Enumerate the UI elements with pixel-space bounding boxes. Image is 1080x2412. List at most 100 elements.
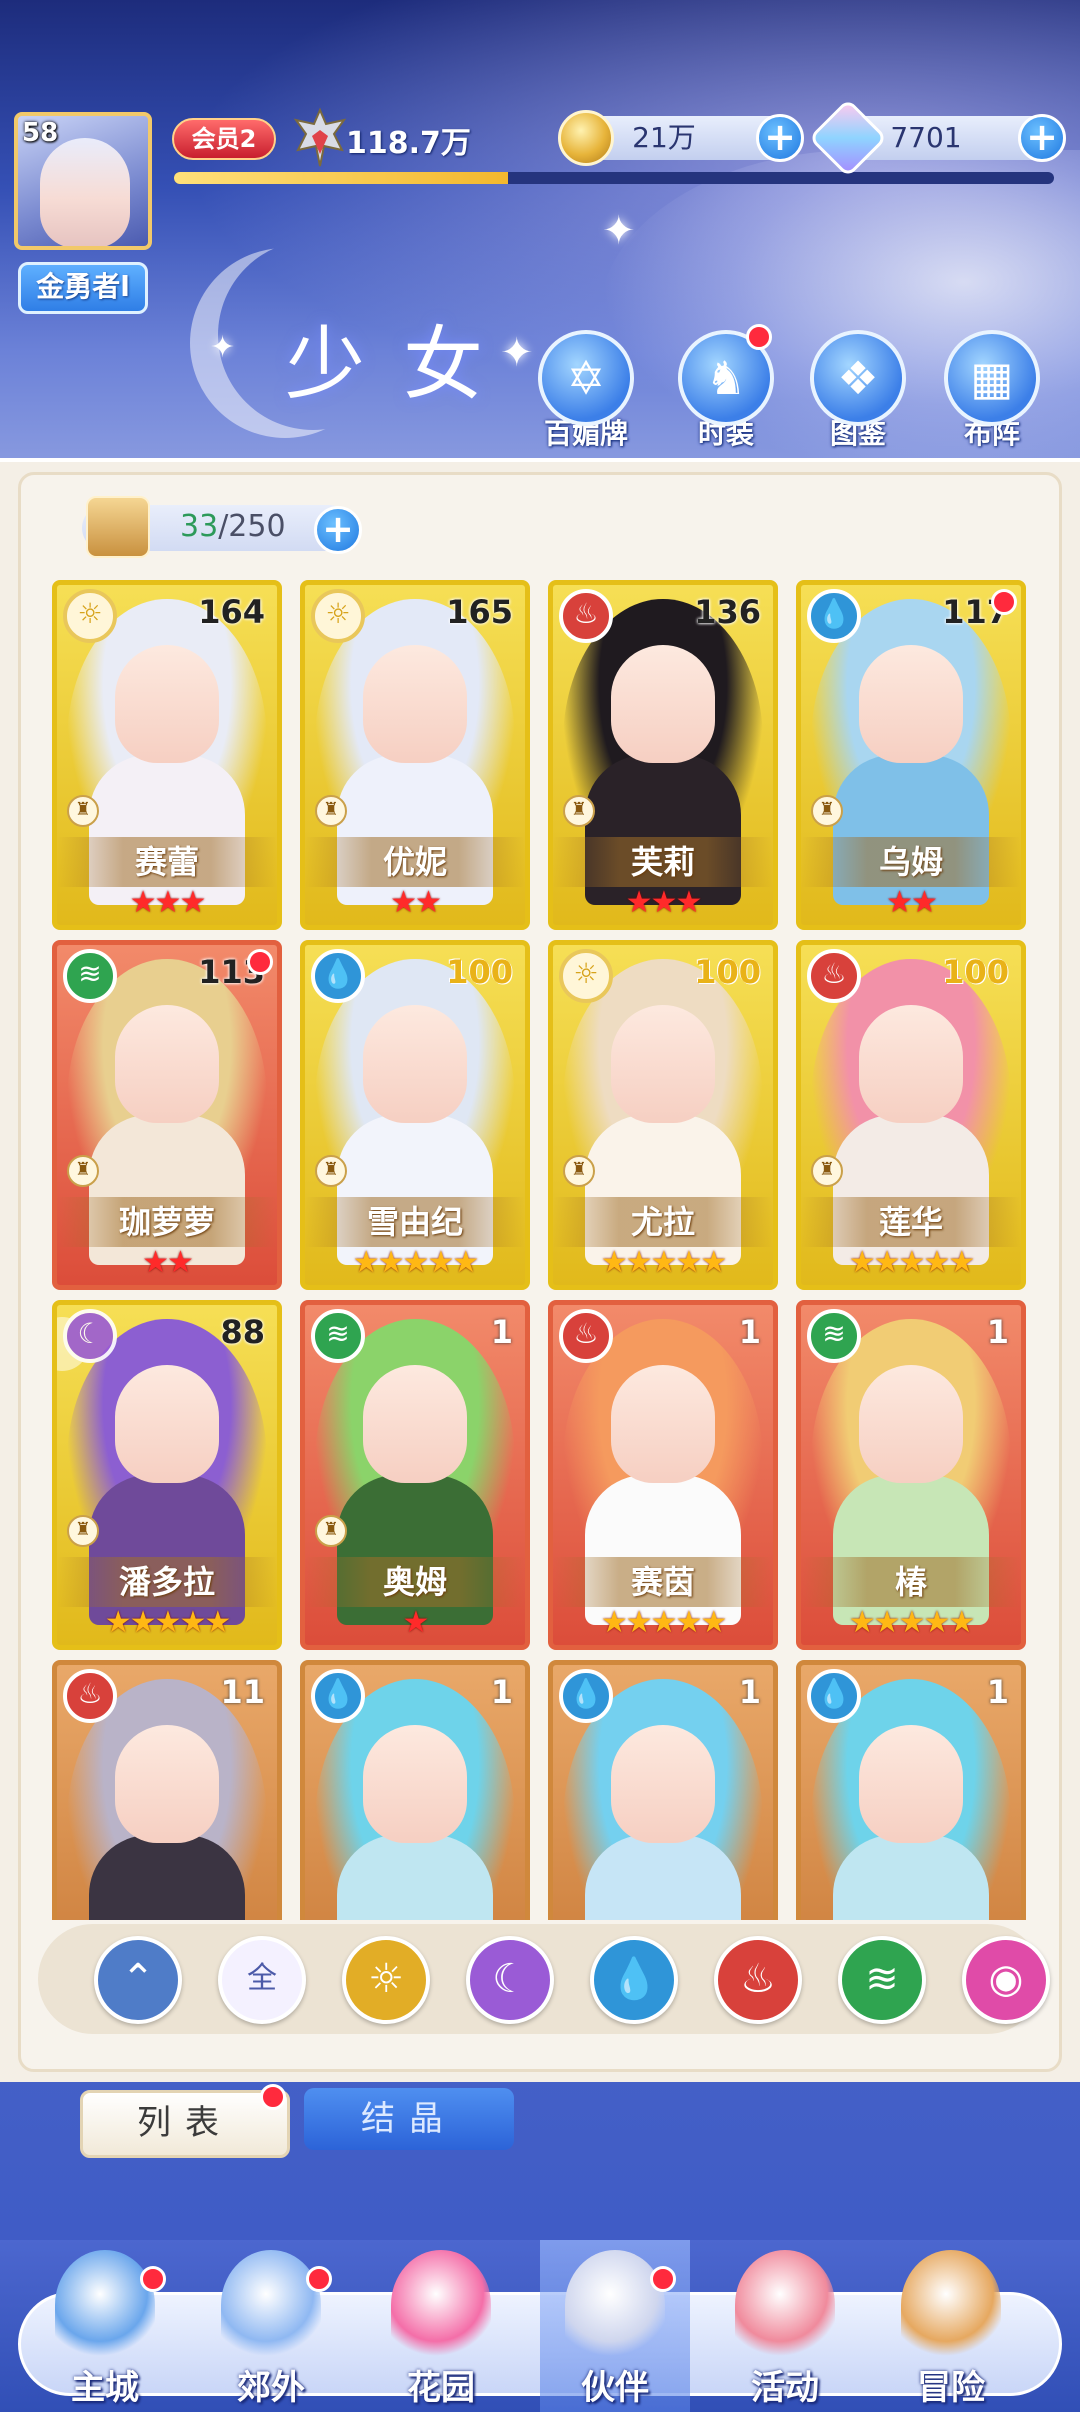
card-art-face — [363, 1005, 467, 1123]
light-element-icon: ☼ — [63, 589, 117, 643]
partner-avatar-icon — [565, 2250, 665, 2360]
partner-card[interactable]: ≋ 1 椿 ★★★★★ — [796, 1300, 1026, 1650]
filter-all-button[interactable]: 全 — [218, 1936, 306, 2024]
fire-element-icon: ♨ — [807, 949, 861, 1003]
partner-card[interactable]: ♨ 100 ♜ 莲华 ★★★★★ — [796, 940, 1026, 1290]
card-art-face — [363, 645, 467, 763]
star-icon: ★ — [204, 1605, 231, 1640]
expand-capacity-button[interactable]: + — [314, 506, 362, 554]
player-name[interactable]: 金勇者l — [18, 262, 148, 314]
card-level: 100 — [942, 953, 1009, 991]
star-icon: ★ — [179, 1605, 206, 1640]
tab-list[interactable]: 列表 — [80, 2090, 290, 2158]
nav-gift-box-tab[interactable]: 活动 — [710, 2240, 860, 2412]
star-icon: ★ — [625, 1605, 653, 1640]
water-element-icon: 💧 — [559, 1669, 613, 1723]
add-gold-button[interactable]: + — [756, 114, 804, 162]
card-name: 奥姆 — [305, 1557, 525, 1607]
nav-castle-tab[interactable]: 主城 — [30, 2240, 180, 2412]
card-art-face — [115, 1005, 219, 1123]
xp-bar-fill — [174, 172, 509, 184]
star-icon: ★ — [104, 1605, 132, 1640]
tab-crystal[interactable]: 结晶 — [304, 2088, 514, 2150]
partner-card[interactable]: ≋ 1 ♜ 奥姆 ★ — [300, 1300, 530, 1650]
card-art-face — [859, 645, 963, 763]
partner-card[interactable]: 💧 100 ♜ 雪由纪 ★★★★★ — [300, 940, 530, 1290]
card-art-face — [611, 645, 715, 763]
filter-fire-button[interactable]: ♨ — [714, 1936, 802, 2024]
nav-partner-avatar-tab[interactable]: 伙伴 — [540, 2240, 690, 2412]
filter-light-button[interactable]: ☼ — [342, 1936, 430, 2024]
card-art-face — [859, 1725, 963, 1843]
card-level: 164 — [198, 593, 265, 631]
capacity-current: 33 — [180, 509, 219, 544]
formation-grid-icon: ▦ — [944, 330, 1040, 426]
partner-card[interactable]: ☾ 88 ♜ 潘多拉 ★★★★★ — [52, 1300, 282, 1650]
partner-card[interactable]: ☼ 165 ♜ 优妮 ★★ — [300, 580, 530, 930]
nav-heart-garden-tab[interactable]: 花园 — [366, 2240, 516, 2412]
spirit-orb-icon: ◉ — [988, 1956, 1024, 2002]
star-icon: ★ — [675, 1245, 702, 1280]
star-rating: ★★ — [801, 885, 1021, 920]
combat-power-icon — [293, 107, 347, 167]
inventory-box-icon — [86, 496, 150, 558]
filter-spirit-button[interactable]: ◉ — [962, 1936, 1050, 2024]
partner-card[interactable]: ♨ 11 — [52, 1660, 282, 1920]
partner-card[interactable]: 💧 1 — [300, 1660, 530, 1920]
card-art-face — [363, 1725, 467, 1843]
star-icon: ★ — [129, 1605, 157, 1640]
vip-badge[interactable]: 会员2 — [172, 118, 276, 160]
light-element-icon: ☼ — [559, 949, 613, 1003]
costume-button[interactable]: ♞ 时装 — [676, 324, 776, 452]
filter-wind-button[interactable]: ≋ — [838, 1936, 926, 2024]
partner-card[interactable]: ☼ 164 ♜ 赛蕾 ★★★ — [52, 580, 282, 930]
star-icon: ★ — [402, 1245, 430, 1280]
filter-water-button[interactable]: 💧 — [590, 1936, 678, 2024]
card-deck-button[interactable]: ✡ 百媚牌 — [536, 330, 636, 452]
star-icon: ★ — [179, 885, 206, 920]
card-art-face — [115, 645, 219, 763]
card-name: 乌姆 — [801, 837, 1021, 887]
fire-element-icon: ♨ — [559, 589, 613, 643]
card-deck-icon: ✡ — [538, 330, 634, 426]
partner-card[interactable]: 💧 1 — [548, 1660, 778, 1920]
nav-compass-tab[interactable]: 冒险 — [876, 2240, 1026, 2412]
sparkle-icon: ✦ — [210, 330, 236, 365]
star-icon: ★ — [650, 1605, 678, 1640]
partner-card[interactable]: ♨ 136 ♜ 芙莉 ★★★ — [548, 580, 778, 930]
card-art-body — [337, 1835, 493, 1920]
star-icon: ★ — [167, 1245, 194, 1280]
card-name: 莲华 — [801, 1197, 1021, 1247]
player-avatar[interactable]: 58 — [14, 112, 152, 250]
filter-collapse-button[interactable]: ⌃ — [94, 1936, 182, 2024]
nav-magic-circle-tab[interactable]: 郊外 — [196, 2240, 346, 2412]
rank-icon: ♜ — [811, 795, 843, 827]
capacity-text: 33/250 — [180, 509, 286, 544]
star-icon: ★ — [898, 1605, 926, 1640]
codex-button[interactable]: ❖ 图鉴 — [808, 330, 908, 452]
formation-button[interactable]: ▦ 布阵 — [942, 330, 1042, 452]
star-icon: ★ — [700, 1605, 727, 1640]
rank-icon: ♜ — [315, 1515, 347, 1547]
avatar-portrait — [40, 138, 130, 246]
capacity-max: /250 — [218, 509, 286, 544]
star-icon: ★ — [898, 1245, 926, 1280]
xp-bar — [174, 172, 1054, 184]
partner-card[interactable]: ☼ 100 ♜ 尤拉 ★★★★★ — [548, 940, 778, 1290]
star-icon: ★ — [154, 885, 182, 920]
card-art-body — [89, 1835, 245, 1920]
star-icon: ★ — [625, 1245, 653, 1280]
notification-dot — [247, 949, 273, 975]
partner-card[interactable]: 💧 117 ♜ 乌姆 ★★ — [796, 580, 1026, 930]
add-gems-button[interactable]: + — [1018, 114, 1066, 162]
filter-moon-button[interactable]: ☾ — [466, 1936, 554, 2024]
star-icon: ★ — [600, 1245, 628, 1280]
rank-icon: ♜ — [315, 1155, 347, 1187]
compass-icon — [901, 2250, 1001, 2360]
partner-card[interactable]: 💧 1 — [796, 1660, 1026, 1920]
partner-card[interactable]: ≋ 113 ♜ 珈萝萝 ★★ — [52, 940, 282, 1290]
partner-card[interactable]: ♨ 1 赛茵 ★★★★★ — [548, 1300, 778, 1650]
star-icon: ★ — [700, 1245, 727, 1280]
card-level: 88 — [220, 1313, 265, 1351]
nav-label: 郊外 — [237, 2368, 305, 2408]
